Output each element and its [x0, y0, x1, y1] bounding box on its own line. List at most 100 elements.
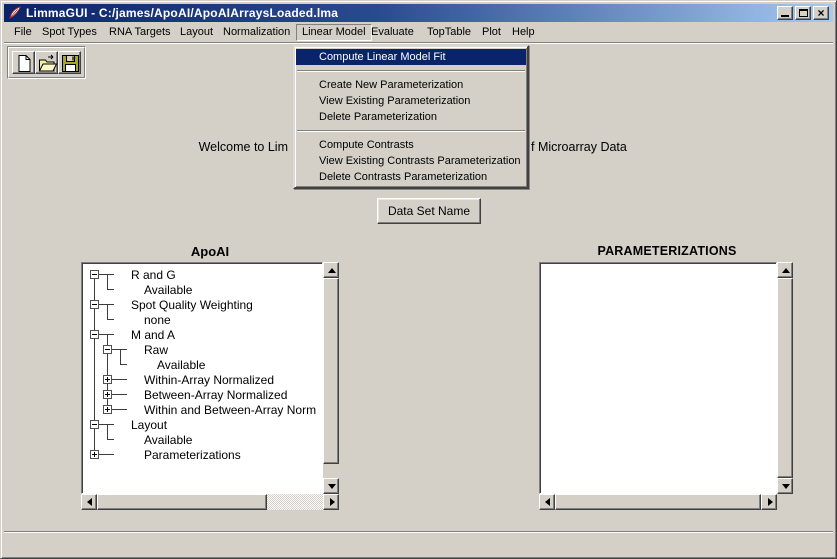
menubar-item-toptable[interactable]: TopTable	[421, 24, 477, 41]
tree-node-available[interactable]: Available	[140, 433, 192, 447]
scrollbar-thumb[interactable]	[97, 494, 267, 510]
scroll-left-button[interactable]	[539, 494, 555, 510]
tree-node-within-and-between-array-norm[interactable]: Within and Between-Array Norm	[140, 403, 316, 417]
menu-item-view-existing-contrasts-parameterization[interactable]: View Existing Contrasts Parameterization	[296, 153, 526, 169]
maximize-button[interactable]	[795, 6, 811, 20]
menubar-item-evaluate[interactable]: Evaluate	[365, 24, 420, 41]
tree-guides	[114, 327, 127, 342]
title-bar[interactable]: LimmaGUI - C:/james/ApoAI/ApoAIArraysLoa…	[4, 4, 833, 22]
scrollbar-thumb[interactable]	[323, 278, 339, 464]
menubar-item-rna-targets[interactable]: RNA Targets	[103, 24, 177, 41]
scroll-right-button[interactable]	[761, 494, 777, 510]
tree-guides	[114, 297, 127, 312]
menu-separator	[297, 130, 525, 132]
new-file-button[interactable]	[12, 51, 35, 74]
tree-guides	[101, 327, 114, 342]
right-panel-vertical-scrollbar[interactable]	[777, 262, 793, 494]
tree-node-m-and-a[interactable]: M and A	[127, 328, 175, 342]
tree-guides	[140, 357, 153, 372]
scrollbar-thumb[interactable]	[777, 278, 793, 478]
plus-box-icon[interactable]	[103, 390, 112, 399]
scroll-up-button[interactable]	[323, 262, 339, 278]
maximize-icon	[799, 9, 808, 17]
scroll-down-button[interactable]	[777, 478, 793, 494]
minus-box-icon[interactable]	[90, 270, 99, 279]
arrow-down-icon	[328, 484, 336, 489]
tree-guides	[114, 342, 127, 357]
tree-guides	[114, 312, 127, 327]
tree-row: Between-Array Normalized	[88, 387, 320, 402]
tree-node-available[interactable]: Available	[140, 283, 192, 297]
open-file-button[interactable]	[35, 51, 58, 74]
tree-node-r-and-g[interactable]: R and G	[127, 268, 176, 282]
tree-node-spot-quality-weighting[interactable]: Spot Quality Weighting	[127, 298, 253, 312]
menubar-item-normalization[interactable]: Normalization	[217, 24, 296, 41]
tree-guides	[114, 357, 127, 372]
tree-row: M and A	[88, 327, 320, 342]
tree-node-layout[interactable]: Layout	[127, 418, 167, 432]
menu-item-compute-linear-model-fit[interactable]: Compute Linear Model Fit	[296, 49, 526, 65]
scroll-down-button[interactable]	[323, 478, 339, 494]
tree-row: Parameterizations	[88, 447, 320, 462]
tree-guides	[101, 342, 114, 357]
tree-guides	[101, 432, 114, 447]
tree-node-none[interactable]: none	[140, 313, 171, 327]
menu-item-create-new-parameterization[interactable]: Create New Parameterization	[296, 77, 526, 93]
tree-node-parameterizations[interactable]: Parameterizations	[140, 448, 241, 462]
scroll-left-button[interactable]	[81, 494, 97, 510]
close-icon: ×	[814, 7, 828, 19]
tree-guides	[127, 432, 140, 447]
tree-row: Within and Between-Array Norm	[88, 402, 320, 417]
menubar-item-linear-model[interactable]: Linear Model	[296, 24, 372, 41]
right-panel-horizontal-scrollbar[interactable]	[539, 494, 777, 510]
tk-feather-icon	[8, 6, 22, 20]
tree-guides	[101, 267, 114, 282]
scroll-up-button[interactable]	[777, 262, 793, 278]
arrow-up-icon	[782, 268, 790, 273]
tree-guides	[88, 312, 101, 327]
left-panel-horizontal-scrollbar[interactable]	[81, 494, 339, 510]
menubar-item-file[interactable]: File	[8, 24, 38, 41]
menubar-item-spot-types[interactable]: Spot Types	[36, 24, 103, 41]
plus-box-icon[interactable]	[103, 375, 112, 384]
tree-guides	[114, 402, 127, 417]
arrow-left-icon	[545, 498, 550, 506]
left-panel-vertical-scrollbar[interactable]	[323, 262, 339, 494]
tree-node-between-array-normalized[interactable]: Between-Array Normalized	[140, 388, 287, 402]
menu-item-compute-contrasts[interactable]: Compute Contrasts	[296, 137, 526, 153]
scrollbar-thumb[interactable]	[555, 494, 761, 510]
right-panel-title: PARAMETERIZATIONS	[539, 244, 795, 258]
tree-row: Within-Array Normalized	[88, 372, 320, 387]
plus-box-icon[interactable]	[103, 405, 112, 414]
menu-item-delete-contrasts-parameterization[interactable]: Delete Contrasts Parameterization	[296, 169, 526, 185]
tree-guides	[101, 357, 114, 372]
minus-box-icon[interactable]	[103, 345, 112, 354]
data-set-name-button[interactable]: Data Set Name	[377, 198, 481, 224]
tree-node-available[interactable]: Available	[153, 358, 205, 372]
minus-box-icon[interactable]	[90, 330, 99, 339]
menubar-item-layout[interactable]: Layout	[174, 24, 219, 41]
tree-guides	[127, 357, 140, 372]
close-button[interactable]: ×	[813, 6, 829, 20]
tree-guides	[114, 282, 127, 297]
tree-node-raw[interactable]: Raw	[140, 343, 168, 357]
menubar-item-help[interactable]: Help	[506, 24, 541, 41]
menu-item-delete-parameterization[interactable]: Delete Parameterization	[296, 109, 526, 125]
menu-item-view-existing-parameterization[interactable]: View Existing Parameterization	[296, 93, 526, 109]
minus-box-icon[interactable]	[90, 300, 99, 309]
save-file-button[interactable]	[58, 51, 81, 74]
tree-guides	[114, 387, 127, 402]
menubar-item-plot[interactable]: Plot	[476, 24, 507, 41]
tree-node-within-array-normalized[interactable]: Within-Array Normalized	[140, 373, 274, 387]
tree-guides	[114, 372, 127, 387]
tree-guides	[127, 282, 140, 297]
plus-box-icon[interactable]	[90, 450, 99, 459]
tree-guides	[88, 372, 101, 387]
scroll-right-button[interactable]	[323, 494, 339, 510]
minimize-button[interactable]	[777, 6, 793, 20]
tree-guides	[127, 387, 140, 402]
toolbar-inner-frame	[8, 47, 85, 78]
minus-box-icon[interactable]	[90, 420, 99, 429]
parameterizations-list[interactable]	[539, 262, 777, 494]
tree-guides	[88, 267, 101, 282]
